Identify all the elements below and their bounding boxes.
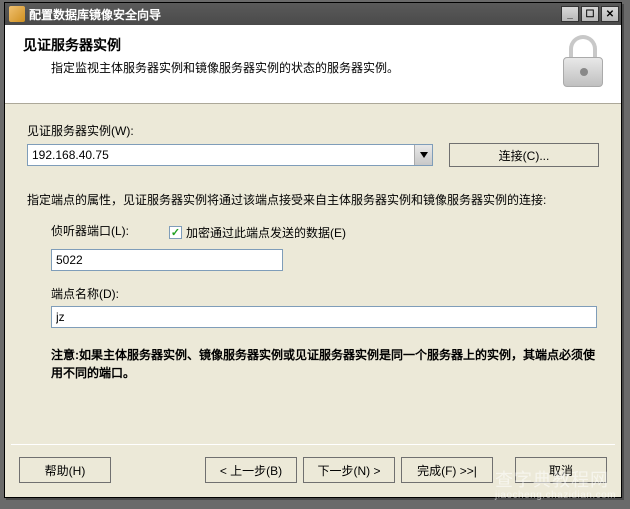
port-label: 侦听器端口(L):	[51, 222, 129, 239]
maximize-button[interactable]: ☐	[581, 6, 599, 22]
minimize-button[interactable]: _	[561, 6, 579, 22]
endpoint-name-label: 端点名称(D):	[51, 285, 599, 302]
page-title: 见证服务器实例	[23, 35, 549, 55]
witness-instance-combo[interactable]	[27, 144, 433, 166]
window-title: 配置数据库镜像安全向导	[29, 6, 561, 23]
dropdown-button[interactable]	[414, 145, 432, 165]
back-button[interactable]: < 上一步(B)	[205, 457, 297, 483]
endpoint-description: 指定端点的属性，见证服务器实例将通过该端点接受来自主体服务器实例和镜像服务器实例…	[27, 191, 599, 208]
titlebar-buttons: _ ☐ ✕	[561, 6, 619, 22]
port-input[interactable]	[51, 249, 283, 271]
chevron-down-icon	[420, 152, 428, 158]
witness-instance-label: 见证服务器实例(W):	[27, 122, 599, 139]
wizard-window: 配置数据库镜像安全向导 _ ☐ ✕ 见证服务器实例 指定监视主体服务器实例和镜像…	[4, 2, 622, 498]
connect-button[interactable]: 连接(C)...	[449, 143, 599, 167]
help-button[interactable]: 帮助(H)	[19, 457, 111, 483]
wizard-content: 见证服务器实例(W): 连接(C)... 指定端点的属性，见证服务器实例将通过该…	[5, 104, 621, 392]
next-button[interactable]: 下一步(N) >	[303, 457, 395, 483]
encrypt-checkbox-wrap[interactable]: ✓ 加密通过此端点发送的数据(E)	[169, 224, 346, 241]
encrypt-checkbox[interactable]: ✓	[169, 226, 182, 239]
close-button[interactable]: ✕	[601, 6, 619, 22]
button-bar: 帮助(H) < 上一步(B) 下一步(N) > 完成(F) >>| 取消	[5, 445, 621, 497]
encrypt-label: 加密通过此端点发送的数据(E)	[186, 224, 346, 241]
lock-icon	[559, 35, 607, 89]
note-text: 注意:如果主体服务器实例、镜像服务器实例或见证服务器实例是同一个服务器上的实例，…	[51, 346, 599, 382]
witness-instance-input[interactable]	[28, 145, 414, 165]
page-subtitle: 指定监视主体服务器实例和镜像服务器实例的状态的服务器实例。	[51, 59, 549, 76]
finish-button[interactable]: 完成(F) >>|	[401, 457, 493, 483]
app-icon	[9, 6, 25, 22]
endpoint-name-input[interactable]	[51, 306, 597, 328]
titlebar[interactable]: 配置数据库镜像安全向导 _ ☐ ✕	[5, 3, 621, 25]
wizard-header: 见证服务器实例 指定监视主体服务器实例和镜像服务器实例的状态的服务器实例。	[5, 25, 621, 104]
cancel-button[interactable]: 取消	[515, 457, 607, 483]
